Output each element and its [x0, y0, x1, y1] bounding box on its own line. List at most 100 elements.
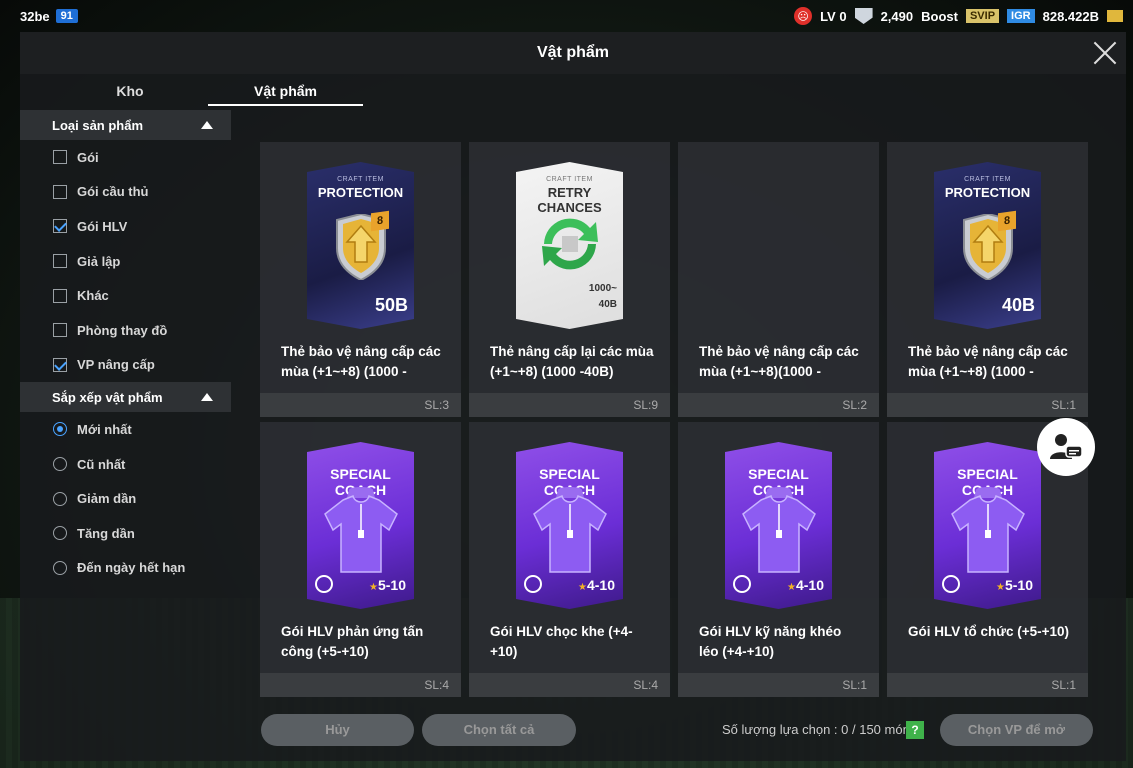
- card-subtitle: CRAFT ITEM: [337, 176, 384, 183]
- item-card[interactable]: Thẻ bảo vệ nâng cấp các mùa (+1~+8)(1000…: [678, 142, 879, 417]
- item-quantity: SL:1: [842, 678, 867, 692]
- sort-option[interactable]: Tăng dần: [20, 516, 231, 551]
- checkbox[interactable]: [53, 357, 67, 372]
- level-badge: 8: [998, 210, 1016, 232]
- balance-value: 828.422B: [1042, 8, 1099, 24]
- rank-icon: ☹: [794, 7, 813, 25]
- item-card[interactable]: CRAFT ITEM PROTECTION 8 40B Thẻ bảo vệ nâng …: [887, 142, 1088, 417]
- retry-arrows-icon: [542, 218, 598, 270]
- chat-support-button[interactable]: [1037, 418, 1095, 476]
- item-card[interactable]: CRAFT ITEM RETRY CHANCES 1000~ 40B Thẻ nâng…: [469, 142, 670, 417]
- items-modal: Vật phẩm Kho Vật phẩm Loại sản phẩm Gói G…: [20, 32, 1126, 761]
- user-chat-icon: [1050, 434, 1083, 459]
- filter-option-label: Phòng thay đồ: [77, 322, 168, 338]
- item-quantity: SL:3: [424, 398, 449, 412]
- checkbox[interactable]: [53, 219, 67, 234]
- coach-jersey-icon: [533, 487, 607, 573]
- boost-label[interactable]: Boost: [921, 9, 958, 24]
- protection-card-icon: CRAFT ITEM PROTECTION 8 50B: [307, 162, 414, 329]
- sort-option-label: Đến ngày hết hạn: [77, 560, 186, 576]
- radio-button[interactable]: [53, 560, 67, 575]
- item-art: [725, 162, 832, 329]
- item-footer: SL:4: [469, 673, 670, 697]
- lv-label: LV 0: [820, 8, 847, 24]
- range-value: 4-10: [586, 577, 615, 593]
- filter-option-label: Giả lập: [77, 253, 121, 269]
- modal-header: Vật phẩm: [20, 32, 1126, 74]
- sort-option[interactable]: Giảm dần: [20, 481, 231, 516]
- sort-option-label: Mới nhất: [77, 421, 132, 437]
- item-card[interactable]: SPECIAL COACH★4-10 Gói HLV chọc khe (+4-+…: [469, 422, 670, 697]
- sort-option[interactable]: Mới nhất: [20, 412, 231, 447]
- radio-button[interactable]: [53, 457, 67, 472]
- filter-option[interactable]: Gói HLV: [20, 209, 231, 244]
- item-quantity: SL:4: [424, 678, 449, 692]
- cancel-button[interactable]: Hủy: [261, 714, 414, 746]
- filter-option[interactable]: VP nâng cấp: [20, 348, 231, 383]
- coin-icon: [1107, 10, 1123, 22]
- filter-section-header[interactable]: Loại sản phẩm: [20, 110, 231, 140]
- sort-section-header[interactable]: Sắp xếp vật phẩm: [20, 382, 231, 413]
- item-quantity: SL:4: [633, 678, 658, 692]
- range-label: ★5-10: [996, 577, 1033, 593]
- filter-option[interactable]: Giả lập: [20, 244, 231, 279]
- range-value: 4-10: [795, 577, 824, 593]
- checkbox[interactable]: [53, 150, 67, 165]
- checkbox[interactable]: [53, 288, 67, 303]
- coach-jersey-icon: [324, 487, 398, 573]
- coach-jersey-icon: [742, 487, 816, 573]
- item-name: Gói HLV chọc khe (+4-+10): [490, 624, 633, 659]
- tab-kho[interactable]: Kho: [50, 76, 210, 106]
- filter-option-label: Gói cầu thủ: [77, 184, 149, 200]
- filter-option[interactable]: Gói: [20, 140, 231, 175]
- selection-count: Số lượng lựa chọn : 0 / 150 món: [722, 722, 910, 737]
- item-card[interactable]: CRAFT ITEM PROTECTION 8 50B Thẻ bảo vệ nâng …: [260, 142, 461, 417]
- help-icon[interactable]: ?: [906, 721, 924, 739]
- max-value: 50B: [374, 295, 408, 315]
- item-art: SPECIAL COACH★5-10: [934, 442, 1041, 609]
- checkbox[interactable]: [53, 323, 67, 338]
- coach-jersey-icon: [951, 487, 1025, 573]
- card-subtitle: CRAFT ITEM: [546, 176, 593, 183]
- item-footer: SL:1: [887, 393, 1088, 417]
- item-art: SPECIAL COACH★4-10: [516, 442, 623, 609]
- tab-vat-pham[interactable]: Vật phẩm: [208, 76, 363, 106]
- skill-icon: [942, 575, 960, 593]
- item-quantity: SL:1: [1051, 678, 1076, 692]
- skill-icon: [315, 575, 333, 593]
- max-value: 40B: [1001, 295, 1035, 315]
- select-all-button[interactable]: Chọn tất cả: [422, 714, 576, 746]
- checkbox[interactable]: [53, 254, 67, 269]
- item-card[interactable]: SPECIAL COACH★5-10 Gói HLV phản ứng tấn c…: [260, 422, 461, 697]
- filter-option-label: Gói HLV: [77, 218, 128, 234]
- item-name: Thẻ nâng cấp lại các mùa (+1~+8) (1000 -…: [490, 344, 654, 379]
- close-button[interactable]: [1092, 40, 1118, 66]
- item-footer: SL:1: [887, 673, 1088, 697]
- sort-option[interactable]: Cũ nhất: [20, 447, 231, 482]
- item-art: CRAFT ITEM PROTECTION 8 40B: [934, 162, 1041, 329]
- range-label: ★4-10: [578, 577, 615, 593]
- filter-option[interactable]: Phòng thay đồ: [20, 313, 231, 348]
- sort-option[interactable]: Đến ngày hết hạn: [20, 551, 231, 586]
- range-label: ★4-10: [787, 577, 824, 593]
- range-value: 5-10: [377, 577, 406, 593]
- item-name: Thẻ bảo vệ nâng cấp các mùa (+1~+8) (100…: [281, 344, 441, 379]
- radio-button[interactable]: [53, 422, 67, 437]
- range-value: 5-10: [1004, 577, 1033, 593]
- shield-icon: [854, 8, 873, 24]
- filter-option[interactable]: Khác: [20, 278, 231, 313]
- sort-option-label: Tăng dần: [77, 525, 135, 541]
- tab-bar: Kho Vật phẩm: [20, 76, 420, 106]
- radio-button[interactable]: [53, 526, 67, 541]
- skill-icon: [733, 575, 751, 593]
- item-name: Gói HLV tổ chức (+5-+10): [908, 624, 1070, 639]
- item-card[interactable]: SPECIAL COACH★4-10 Gói HLV kỹ năng khéo l…: [678, 422, 879, 697]
- radio-button[interactable]: [53, 491, 67, 506]
- checkbox[interactable]: [53, 184, 67, 199]
- collapse-icon: [201, 121, 213, 129]
- coach-card-icon: SPECIAL COACH★5-10: [307, 442, 414, 609]
- item-quantity: SL:1: [1051, 398, 1076, 412]
- filter-option[interactable]: Gói cầu thủ: [20, 175, 231, 210]
- open-items-button[interactable]: Chọn VP để mở: [940, 714, 1093, 746]
- card-title: RETRY CHANCES: [537, 185, 602, 215]
